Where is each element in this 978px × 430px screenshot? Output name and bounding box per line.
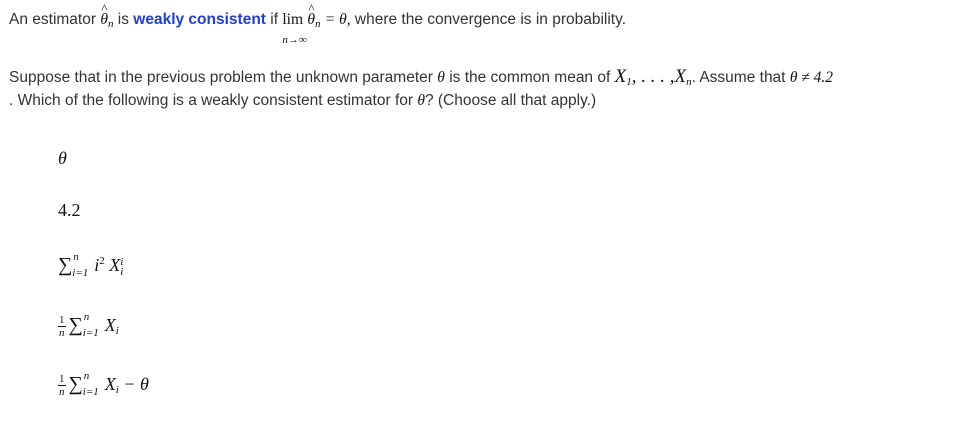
theta-neq-expression: θ ≠ 4.2 <box>789 69 834 86</box>
weakly-consistent-term: weakly consistent <box>133 11 266 28</box>
sigma-symbol: ∑ <box>68 314 83 336</box>
equals-theta: = θ, <box>324 11 351 28</box>
assume-text: . Assume that <box>691 69 786 86</box>
question-line-1: Suppose that in the previous problem the… <box>9 66 833 93</box>
definition-if: if <box>270 11 279 28</box>
limit-subscript: n→∞ <box>282 34 307 46</box>
limit-expression: lim n→∞ <box>282 9 306 46</box>
definition-suffix: where the convergence is in probability. <box>354 11 627 28</box>
theta-hat-n: θn <box>307 0 320 30</box>
x-term: X <box>104 315 116 335</box>
sigma-symbol: ∑ <box>58 254 73 276</box>
x-term: X <box>109 255 121 275</box>
option-theta[interactable]: θ <box>58 148 67 169</box>
sample-sequence: X1, . . . ,Xn <box>614 66 692 88</box>
theta-symbol: θ <box>437 69 445 86</box>
theta-symbol: θ <box>417 92 425 109</box>
option-4-2[interactable]: 4.2 <box>58 200 81 221</box>
minus-theta: − θ <box>123 374 149 394</box>
x-term: X <box>104 374 116 394</box>
sum-limits: n i=1 <box>82 310 99 339</box>
question-line-2: . Which of the following is a weakly con… <box>9 90 596 112</box>
question-instruction: ? (Choose all that apply.) <box>424 92 597 109</box>
question-text-prefix: Suppose that in the previous problem the… <box>9 69 433 86</box>
theta-hat-symbol: θn <box>100 0 113 30</box>
sum-limits: n i=1 <box>72 250 89 279</box>
question-prompt: . Which of the following is a weakly con… <box>9 92 414 109</box>
question-text-mid: is the common mean of <box>449 69 611 86</box>
option-sum-i-squared-x[interactable]: ∑ n i=1 i2 Xii <box>58 250 123 279</box>
option-sample-mean-minus-theta[interactable]: 1 n ∑ n i=1 Xi − θ <box>58 369 149 399</box>
definition-prefix: An estimator <box>9 11 97 28</box>
fraction-one-over-n: 1n <box>58 314 66 340</box>
definition-is: is <box>117 11 129 28</box>
option-sample-mean[interactable]: 1 n ∑ n i=1 Xi <box>58 310 119 340</box>
option-label: θ <box>58 148 67 168</box>
option-label: 4.2 <box>58 200 81 220</box>
sigma-symbol: ∑ <box>68 373 83 395</box>
fraction-one-over-n: 1n <box>58 373 66 399</box>
definition-text: An estimator θn is weakly consistent if … <box>9 0 627 46</box>
sum-limits: n i=1 <box>82 369 99 398</box>
